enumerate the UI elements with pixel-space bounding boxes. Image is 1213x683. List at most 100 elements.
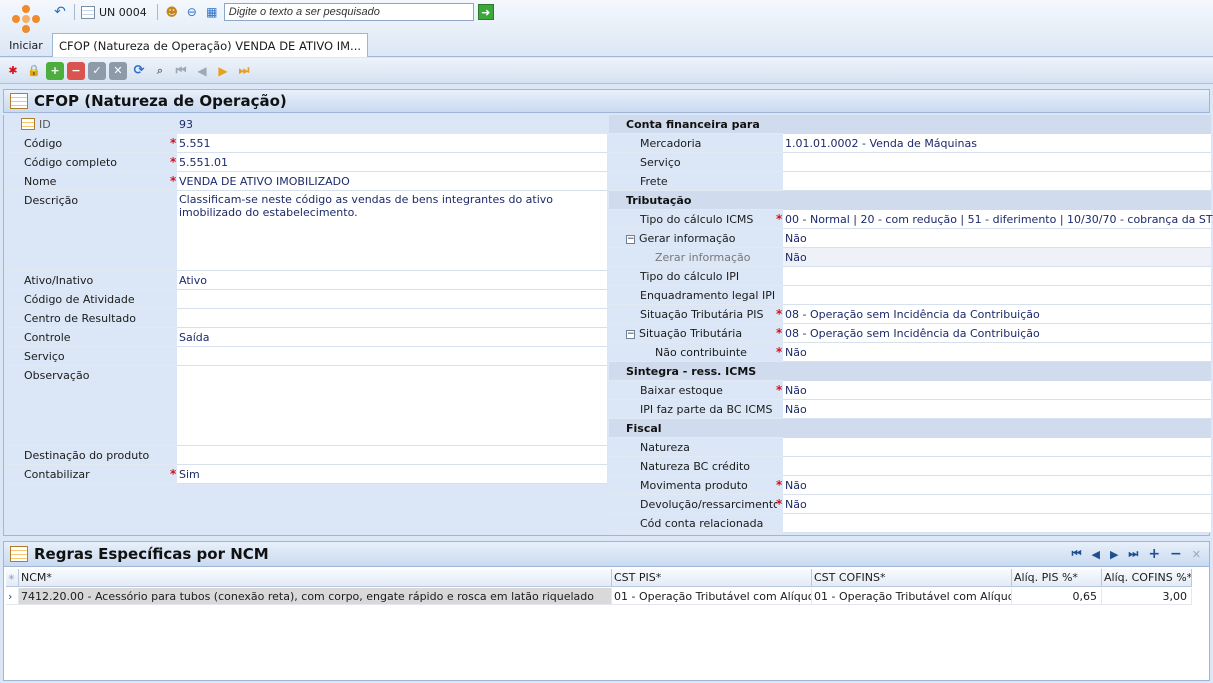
table-cell[interactable]: 01 - Operação Tributável com Alíquota Ba	[812, 588, 1012, 605]
field-value[interactable]: * 08 - Operação sem Incidência da Contrib…	[776, 324, 1211, 343]
refresh-button[interactable]: ⟳	[130, 62, 148, 80]
field-value[interactable]: * Não	[776, 343, 1211, 362]
form-row: Natureza BC crédito	[609, 457, 1211, 476]
section-filler	[783, 191, 1211, 210]
field-value[interactable]	[783, 286, 1211, 305]
remove-button[interactable]: −	[67, 61, 85, 80]
field-value[interactable]: * 00 - Normal | 20 - com redução | 51 - d…	[776, 210, 1213, 229]
quick-bar: ↶ UN 0004 ☻ ⊖ ▦ ➜	[52, 2, 494, 22]
form-row: Contabilizar * Sim	[4, 465, 607, 484]
grid-last-icon[interactable]: ⏭	[1128, 547, 1138, 561]
last-record-button[interactable]: ⏭	[235, 62, 253, 80]
column-header[interactable]: Alíq. COFINS %*	[1102, 569, 1192, 587]
refresh-icon[interactable]: ⊖	[184, 4, 200, 20]
field-label-text: Situação Tributária COFINS	[639, 327, 743, 340]
undo-icon[interactable]: ↶	[52, 4, 68, 20]
field-label-text: Natureza	[640, 441, 690, 454]
field-value[interactable]	[177, 446, 607, 465]
field-value[interactable]: Ativo	[177, 271, 607, 290]
field-value[interactable]: * Não	[776, 381, 1211, 400]
collapse-icon[interactable]: −	[626, 234, 635, 244]
field-value[interactable]	[177, 290, 607, 309]
next-record-button[interactable]: ▶	[214, 62, 232, 80]
field-value[interactable]: Saída	[177, 328, 607, 347]
form-row: Tipo do cálculo ICMS * 00 - Normal | 20 - …	[609, 210, 1213, 229]
lock-icon[interactable]: 🔒	[25, 62, 43, 80]
add-button[interactable]: +	[46, 61, 64, 80]
table-icon	[10, 93, 28, 109]
start-button[interactable]: Iniciar	[4, 3, 48, 54]
form-row: Código de Atividade	[4, 290, 607, 309]
field-value[interactable]: * Sim	[170, 465, 607, 484]
form-row: Ativo/Inativo Ativo	[4, 271, 607, 290]
grid-title: Regras Específicas por NCM	[34, 545, 269, 563]
field-value[interactable]: Não	[783, 400, 1211, 419]
table-cell[interactable]: 0,65	[1012, 588, 1102, 605]
column-header[interactable]: NCM*	[19, 569, 612, 587]
field-value[interactable]: 1.01.01.0002 - Venda de Máquinas	[783, 134, 1211, 153]
field-value-text: Ativo	[179, 274, 207, 287]
field-value[interactable]	[783, 514, 1211, 533]
form-row: −Situação Tributária COFINS *08 - Operaçã…	[609, 324, 1211, 343]
field-label-text: IPI faz parte da BC ICMS ?	[640, 403, 773, 416]
field-value[interactable]	[783, 153, 1211, 172]
field-value-text: Não	[785, 403, 807, 416]
unit-label[interactable]: UN 0004	[99, 6, 147, 19]
field-label-text: Serviço	[640, 156, 681, 169]
column-header[interactable]: CST COFINS*	[812, 569, 1012, 587]
field-value[interactable]: * 5.551.01	[170, 153, 607, 172]
field-value-text: 00 - Normal | 20 - com redução | 51 - di…	[785, 213, 1213, 226]
cancel-button[interactable]: ✕	[109, 61, 127, 80]
field-label-text: Movimenta produto	[640, 479, 748, 492]
new-window-icon[interactable]: ✱	[4, 62, 22, 80]
grid-close-icon[interactable]: ✕	[1192, 548, 1201, 561]
form-row: Serviço	[4, 347, 607, 366]
previous-record-button[interactable]: ◀	[193, 62, 211, 80]
field-value[interactable]: * VENDA DE ATIVO IMOBILIZADO	[170, 172, 607, 191]
field-label: Serviço	[640, 153, 777, 172]
tab-cfop[interactable]: CFOP (Natureza de Operação) VENDA DE ATI…	[52, 33, 369, 57]
table-cell[interactable]: 3,00	[1102, 588, 1192, 605]
preview-icon[interactable]: ⌕	[151, 62, 169, 80]
form-row: Mercadoria 1.01.01.0002 - Venda de Máquin…	[609, 134, 1211, 153]
field-label: Enquadramento legal IPI	[640, 286, 777, 305]
field-value-text: 1.01.01.0002 - Venda de Máquinas	[785, 137, 978, 150]
field-value[interactable]: * Não	[776, 495, 1211, 514]
grid-add-icon[interactable]: +	[1148, 546, 1160, 562]
field-value[interactable]	[783, 457, 1211, 476]
field-value[interactable]	[177, 347, 607, 366]
row-indicator[interactable]: ›	[6, 588, 19, 605]
users-icon[interactable]: ☻	[164, 4, 180, 20]
search-input[interactable]	[223, 3, 474, 21]
confirm-button[interactable]: ✓	[88, 61, 106, 80]
field-value[interactable]: * Não	[776, 476, 1211, 495]
grid-prev-icon[interactable]: ◀	[1091, 548, 1099, 561]
field-label-text: Conta financeira para	[626, 118, 760, 131]
calendar-icon[interactable]	[81, 5, 95, 19]
field-label: Cód conta relacionada	[640, 514, 777, 533]
grid-remove-icon[interactable]: −	[1170, 546, 1182, 562]
field-value[interactable]: * 5.551	[170, 134, 607, 153]
field-value[interactable]	[177, 366, 607, 446]
first-record-button[interactable]: ⏮	[172, 62, 190, 80]
field-value[interactable]	[783, 172, 1211, 191]
column-header[interactable]: CST PIS*	[612, 569, 812, 587]
field-value[interactable]	[783, 438, 1211, 457]
field-value[interactable]: Não	[783, 229, 1211, 248]
field-value[interactable]: * 08 - Operação sem Incidência da Contrib…	[776, 305, 1211, 324]
grid-next-icon[interactable]: ▶	[1110, 548, 1118, 561]
field-label-text: Tipo do cálculo ICMS	[640, 213, 754, 226]
field-value[interactable]	[177, 309, 607, 328]
field-value[interactable]	[783, 267, 1211, 286]
table-cell[interactable]: 01 - Operação Tributável com Alíquota Ba	[612, 588, 812, 605]
required-mark: *	[776, 478, 783, 492]
table-cell[interactable]: 7412.20.00 - Acessório para tubos (conex…	[19, 588, 612, 605]
search-go-icon[interactable]: ➜	[477, 4, 494, 20]
collapse-icon[interactable]: −	[626, 329, 635, 339]
table-icon[interactable]: ▦	[204, 4, 220, 20]
field-label-text: Natureza BC crédito	[640, 460, 751, 473]
field-value[interactable]: Classificam-se neste código as vendas de…	[177, 191, 607, 271]
grid-first-icon[interactable]: ⏮	[1072, 547, 1082, 561]
required-mark: *	[776, 307, 783, 321]
column-header[interactable]: Alíq. PIS %*	[1012, 569, 1102, 587]
